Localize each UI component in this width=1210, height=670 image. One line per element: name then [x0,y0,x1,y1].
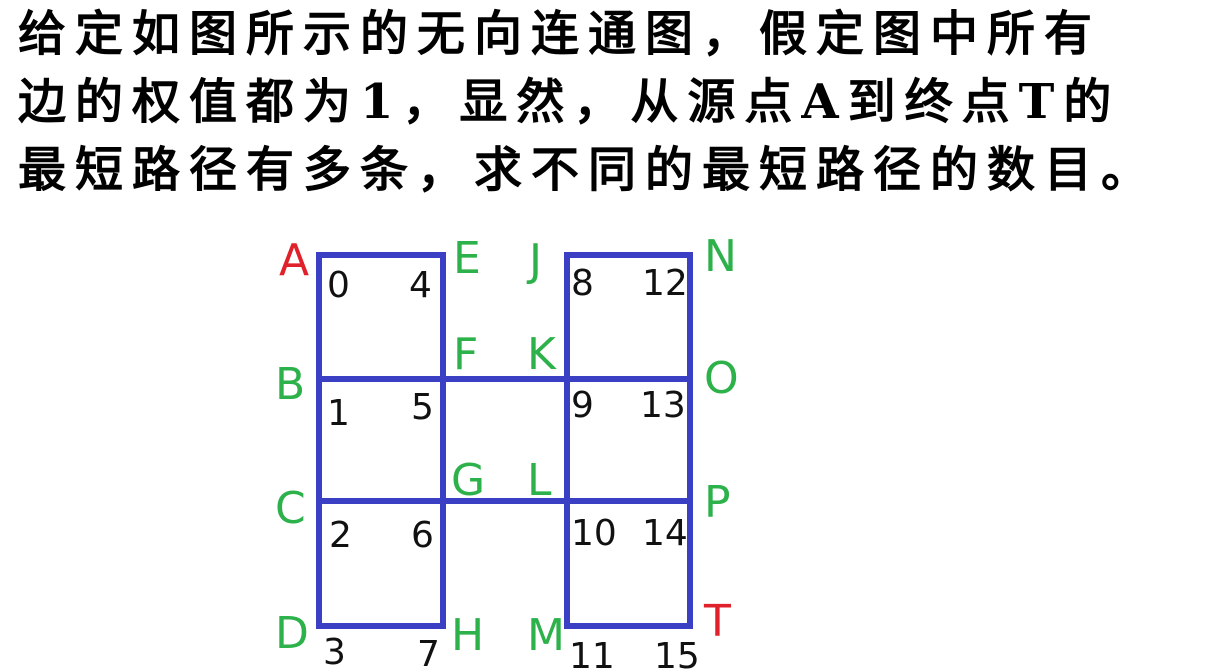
node-label-a: A [279,235,309,286]
graph-diagram: A 0 B1 C2 D 3 E4F5G6 H7 J 8K9L 10 M 11 N 12 O 13 P 14 T15 [275,231,739,670]
node-index-g: 6 [411,515,434,556]
node-label-h: H [451,610,484,661]
node-label-o: O [704,353,739,404]
node-index-j: 8 [571,263,594,304]
node-index-a: 0 [327,265,350,306]
node-label-d: D [275,608,309,659]
node-label-g: G [451,455,485,506]
node-label-p: P [704,477,731,528]
node-index-b: 1 [327,393,350,434]
node-index-n: 12 [642,263,688,304]
node-index-t: 15 [654,636,700,670]
labels-layer: A 0 B1 C2 D 3 E4F5G6 H7 J 8K9L 10 M 11 N 12 O 13 P 14 T15 [275,231,739,670]
node-label-f: F [453,329,478,380]
node-index-p: 14 [642,513,688,554]
node-label-e: E [453,233,481,284]
node-index-c: 2 [329,515,352,556]
node-index-h: 7 [417,634,440,670]
node-index-m: 11 [569,636,615,670]
node-index-e: 4 [409,265,432,306]
node-label-c: C [275,483,306,534]
edges-layer [316,252,693,629]
node-label-m: M [527,610,565,661]
node-label-l: L [527,455,552,506]
node-label-b: B [275,359,305,410]
node-index-f: 5 [411,387,434,428]
node-index-d: 3 [323,632,346,670]
node-index-l: 10 [571,513,617,554]
node-label-t: T [703,596,731,647]
node-index-o: 13 [640,385,686,426]
node-index-k: 9 [571,385,594,426]
node-label-k: K [527,329,557,380]
node-label-n: N [704,231,737,282]
node-label-j: J [526,235,542,286]
